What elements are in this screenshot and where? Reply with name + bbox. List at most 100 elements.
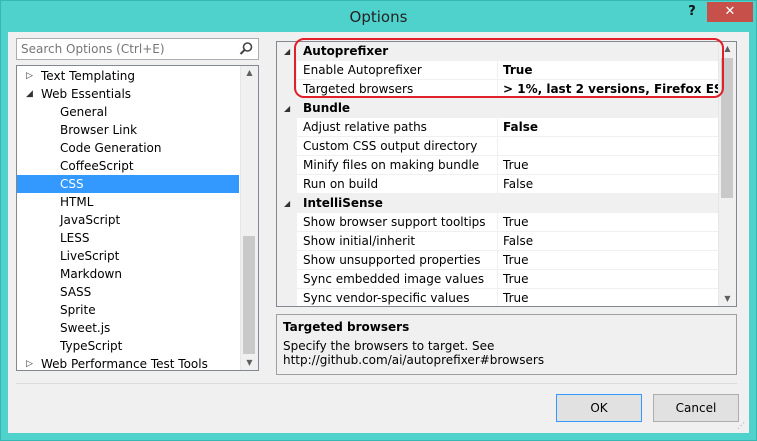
tree-item[interactable]: Code Generation — [17, 139, 239, 157]
category-collapse-icon[interactable]: ◢ — [284, 194, 290, 213]
tree-item[interactable]: CoffeeScript — [17, 157, 239, 175]
grid-scroll-up-arrow-icon[interactable]: ▲ — [719, 42, 736, 56]
tree-item[interactable]: LiveScript — [17, 247, 239, 265]
close-button[interactable]: ✕ — [707, 2, 753, 22]
property-value[interactable]: True — [503, 289, 529, 306]
description-title: Targeted browsers — [283, 320, 410, 334]
property-row[interactable]: Sync vendor-specific values True — [277, 289, 719, 306]
tree-item-label: CoffeeScript — [60, 159, 134, 173]
tree-item[interactable]: Sprite — [17, 301, 239, 319]
tree-item[interactable]: Sweet.js — [17, 319, 239, 337]
row-gutter — [277, 80, 297, 99]
property-category[interactable]: ◢ IntelliSense — [277, 194, 719, 213]
property-category[interactable]: ◢ Autoprefixer — [277, 42, 719, 61]
property-row[interactable]: Show browser support tooltips True — [277, 213, 719, 232]
ok-button[interactable]: OK — [556, 394, 642, 422]
tree-item[interactable]: CSS — [17, 175, 239, 193]
category-label: Autoprefixer — [303, 44, 389, 58]
grid-scroll-down-arrow-icon[interactable]: ▼ — [719, 292, 736, 306]
tree-item[interactable]: HTML — [17, 193, 239, 211]
expanded-arrow-icon[interactable]: ◢ — [26, 89, 36, 99]
property-value[interactable]: False — [503, 118, 538, 137]
tree-item-label: Markdown — [60, 267, 122, 281]
tree-scroll-thumb[interactable] — [243, 236, 255, 354]
column-divider[interactable] — [497, 251, 498, 270]
tree-item-label: CSS — [60, 177, 84, 191]
search-options-box[interactable] — [16, 38, 259, 60]
column-divider[interactable] — [497, 156, 498, 175]
options-dialog: Options ? ✕ ▷ Text Templating ◢ Web Essenti… — [0, 0, 757, 441]
tree-items: ▷ Text Templating ◢ Web Essentials General Br… — [17, 67, 239, 370]
column-divider[interactable] — [497, 118, 498, 137]
row-gutter — [277, 213, 297, 232]
property-row[interactable]: Adjust relative paths False — [277, 118, 719, 137]
property-row[interactable]: Minify files on making bundle True — [277, 156, 719, 175]
tree-item-label: LiveScript — [60, 249, 120, 263]
property-grid[interactable]: ◢ Autoprefixer Enable Autoprefixer True Targ… — [276, 41, 737, 307]
tree-item[interactable]: SASS — [17, 283, 239, 301]
property-name: Custom CSS output directory — [303, 139, 478, 153]
property-name: Targeted browsers — [303, 82, 414, 96]
row-gutter — [277, 137, 297, 156]
property-value[interactable]: True — [503, 213, 529, 232]
property-value[interactable]: True — [503, 61, 532, 80]
property-row[interactable]: Show unsupported properties True — [277, 251, 719, 270]
category-collapse-icon[interactable]: ◢ — [284, 42, 290, 61]
column-divider[interactable] — [497, 61, 498, 80]
property-value[interactable]: False — [503, 175, 533, 194]
cancel-button[interactable]: Cancel — [653, 394, 739, 422]
tree-item-label: SASS — [60, 285, 92, 299]
grid-scroll-thumb[interactable] — [721, 58, 733, 198]
property-value[interactable]: > 1%, last 2 versions, Firefox ESR, Oper… — [503, 80, 719, 99]
property-row[interactable]: Targeted browsers > 1%, last 2 versions, … — [277, 80, 719, 99]
property-row[interactable]: Run on build False — [277, 175, 719, 194]
search-icon[interactable] — [238, 41, 254, 57]
column-divider[interactable] — [497, 80, 498, 99]
column-divider[interactable] — [497, 175, 498, 194]
property-category[interactable]: ◢ Bundle — [277, 99, 719, 118]
tree-item[interactable]: TypeScript — [17, 337, 239, 355]
tree-scrollbar[interactable]: ▲ ▼ — [240, 66, 258, 370]
property-name: Enable Autoprefixer — [303, 63, 422, 77]
help-button[interactable]: ? — [682, 4, 702, 22]
grid-scrollbar[interactable]: ▲ ▼ — [718, 42, 736, 306]
tree-item[interactable]: LESS — [17, 229, 239, 247]
column-divider[interactable] — [497, 137, 498, 156]
property-name: Minify files on making bundle — [303, 158, 480, 172]
search-input[interactable] — [17, 39, 231, 59]
scroll-down-arrow-icon[interactable]: ▼ — [241, 356, 258, 370]
tree-item[interactable]: ▷ Text Templating — [17, 67, 239, 85]
property-row[interactable]: Enable Autoprefixer True — [277, 61, 719, 80]
scroll-up-arrow-icon[interactable]: ▲ — [241, 66, 258, 80]
property-value[interactable]: True — [503, 156, 529, 175]
property-row[interactable]: Show initial/inherit False — [277, 232, 719, 251]
property-value[interactable]: False — [503, 232, 533, 251]
options-tree[interactable]: ▷ Text Templating ◢ Web Essentials General Br… — [16, 65, 259, 371]
property-value[interactable]: True — [503, 251, 529, 270]
column-divider[interactable] — [497, 213, 498, 232]
property-row[interactable]: Sync embedded image values True — [277, 270, 719, 289]
row-gutter — [277, 270, 297, 289]
property-row[interactable]: Custom CSS output directory — [277, 137, 719, 156]
column-divider[interactable] — [497, 289, 498, 306]
column-divider[interactable] — [497, 270, 498, 289]
property-value[interactable]: True — [503, 270, 529, 289]
tree-item[interactable]: ◢ Web Essentials — [17, 85, 239, 103]
description-text: Specify the browsers to target. See http… — [283, 339, 545, 367]
column-divider[interactable] — [497, 232, 498, 251]
resize-grip-icon[interactable]: ⋰ — [737, 421, 747, 431]
tree-item[interactable]: Markdown — [17, 265, 239, 283]
tree-item[interactable]: General — [17, 103, 239, 121]
separator — [16, 383, 737, 384]
tree-item-label: Code Generation — [60, 141, 162, 155]
tree-item[interactable]: JavaScript — [17, 211, 239, 229]
dialog-body: ▷ Text Templating ◢ Web Essentials General Br… — [8, 32, 749, 433]
collapsed-arrow-icon[interactable]: ▷ — [26, 359, 36, 369]
category-label: IntelliSense — [303, 196, 383, 210]
row-gutter — [277, 289, 297, 306]
tree-item[interactable]: Browser Link — [17, 121, 239, 139]
tree-item[interactable]: ▷ Web Performance Test Tools — [17, 355, 239, 370]
collapsed-arrow-icon[interactable]: ▷ — [26, 71, 36, 81]
title-bar[interactable]: Options ? ✕ — [1, 1, 756, 33]
category-collapse-icon[interactable]: ◢ — [284, 99, 290, 118]
